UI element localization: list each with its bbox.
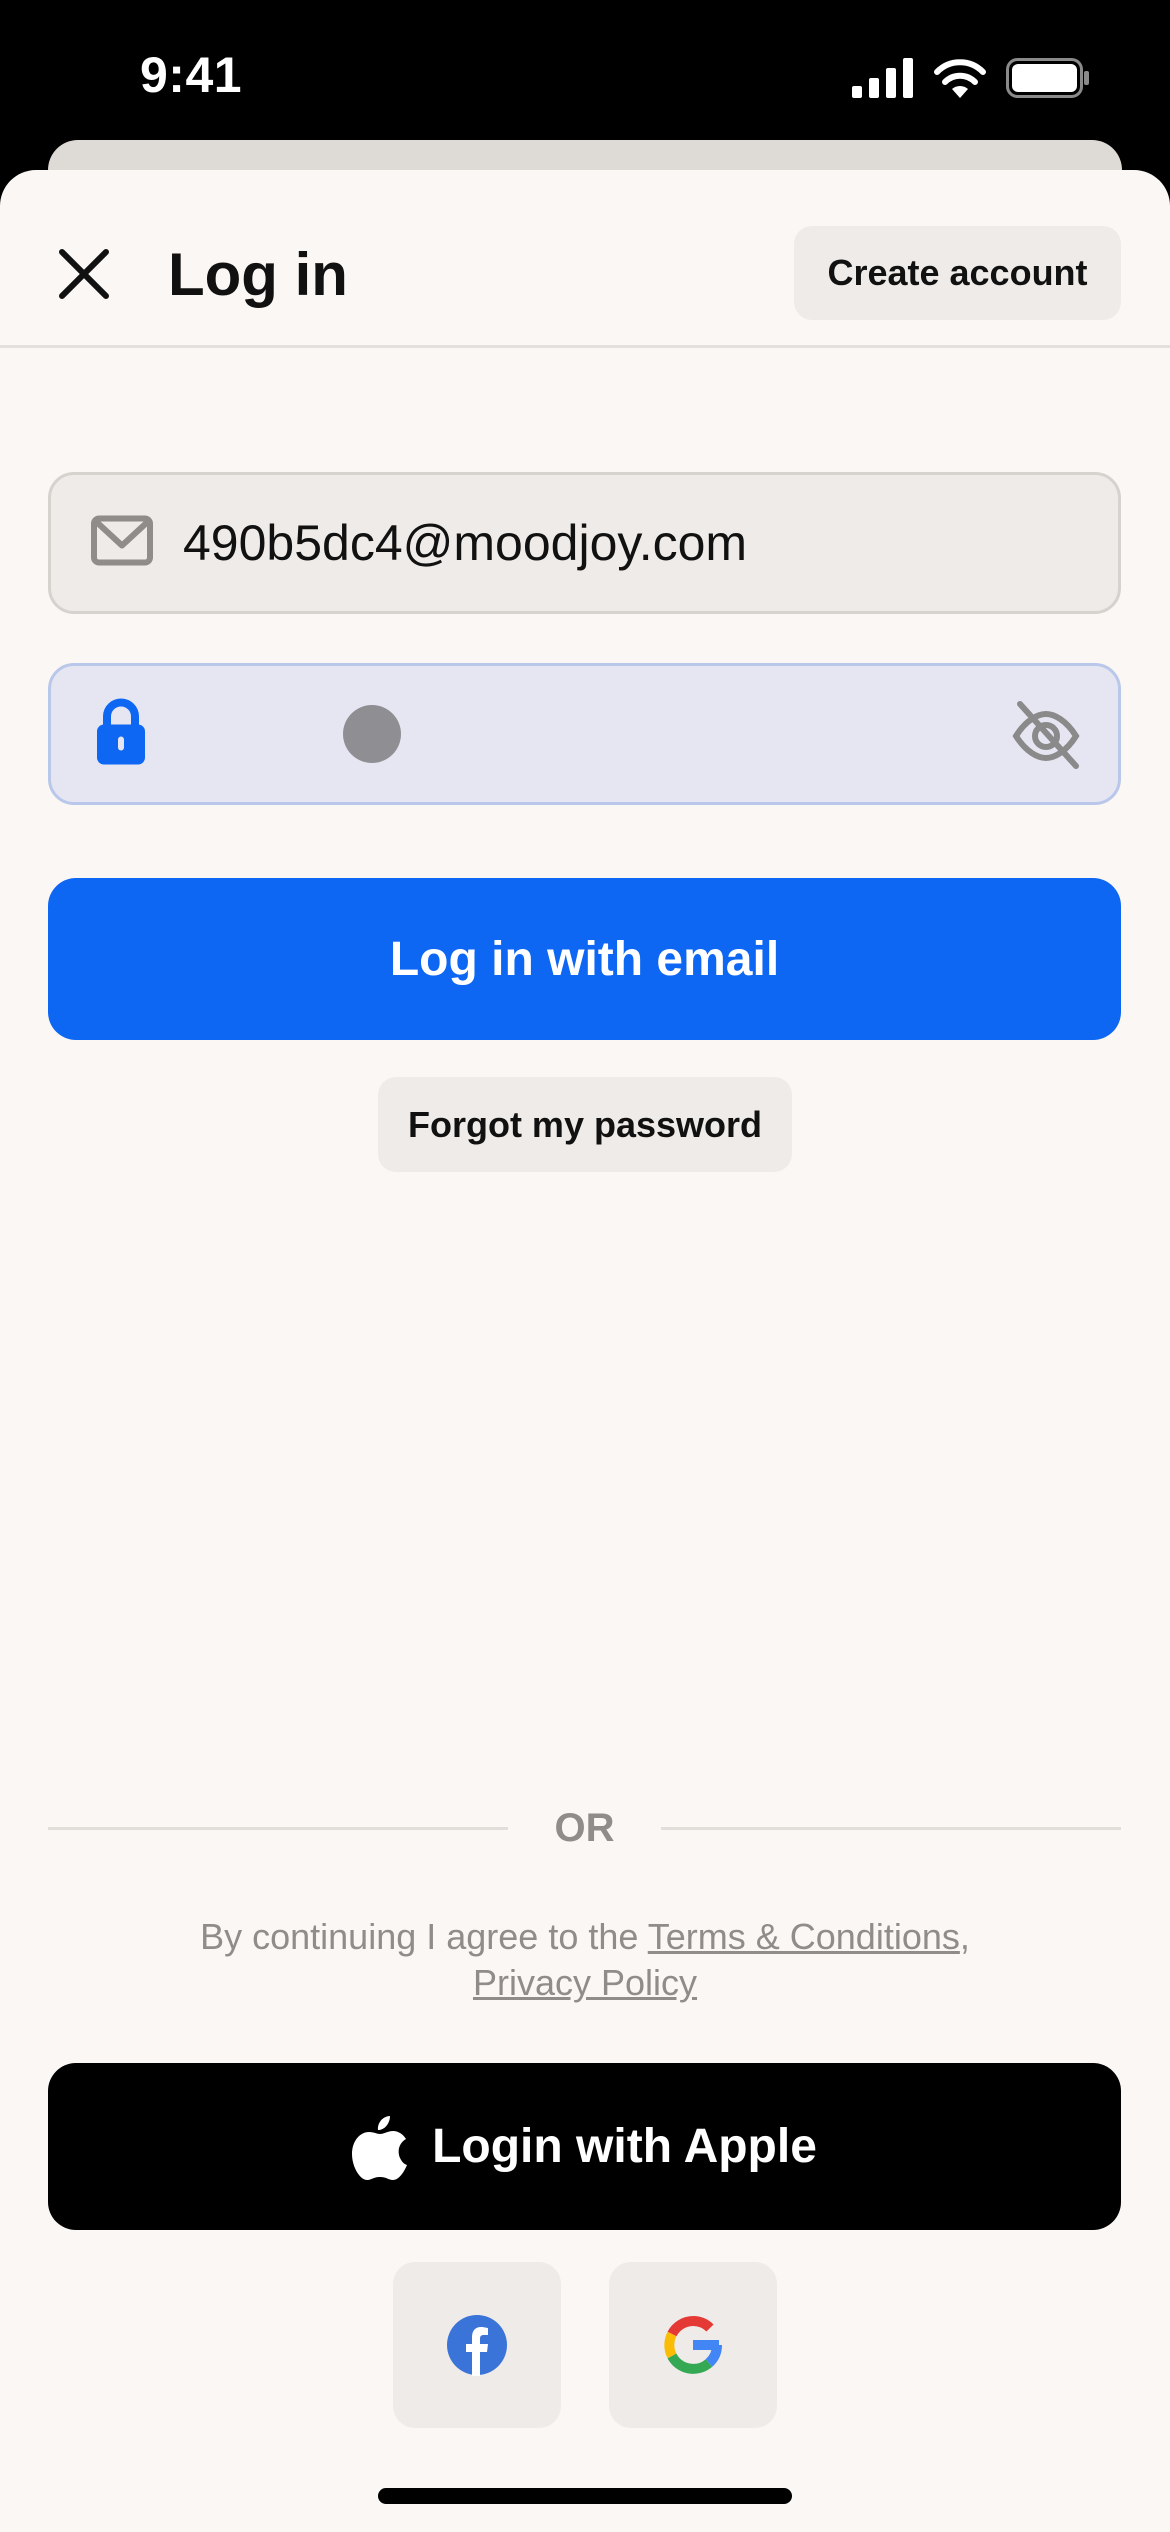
terms-conditions-link[interactable]: Terms & Conditions — [648, 1916, 960, 1957]
terms-notice: By continuing I agree to the Terms & Con… — [100, 1914, 1070, 2006]
login-with-google-button[interactable] — [609, 2262, 777, 2428]
close-button[interactable] — [52, 242, 116, 306]
page-title: Log in — [168, 241, 348, 308]
sheet-header: Log in Create account — [0, 170, 1170, 348]
status-icons — [852, 58, 1090, 98]
home-indicator — [378, 2488, 792, 2504]
status-bar: 9:41 — [0, 0, 1170, 150]
apple-button-label: Login with Apple — [432, 2120, 817, 2173]
forgot-password-button[interactable]: Forgot my password — [378, 1077, 792, 1172]
lock-icon — [95, 698, 147, 770]
login-with-facebook-button[interactable] — [393, 2262, 561, 2428]
facebook-logo-icon — [447, 2315, 507, 2376]
envelope-icon — [91, 515, 153, 571]
toggle-password-visibility-button[interactable] — [1010, 698, 1082, 770]
privacy-policy-link[interactable]: Privacy Policy — [473, 1962, 697, 2003]
password-field[interactable] — [48, 663, 1121, 805]
wifi-icon — [934, 59, 986, 98]
status-time: 9:41 — [140, 47, 243, 103]
password-mask-dot — [343, 705, 401, 763]
divider-line-right — [661, 1827, 1121, 1830]
login-with-email-button[interactable]: Log in with email — [48, 878, 1121, 1040]
create-account-button[interactable]: Create account — [794, 226, 1121, 320]
email-field[interactable] — [48, 472, 1121, 614]
apple-logo-icon — [352, 2115, 408, 2180]
login-with-apple-button[interactable]: Login with Apple — [48, 2063, 1121, 2230]
eye-slash-icon — [1012, 701, 1080, 769]
email-input[interactable] — [183, 514, 1063, 572]
battery-icon — [1006, 58, 1089, 98]
google-logo-icon — [664, 2315, 723, 2374]
terms-prefix: By continuing I agree to the — [200, 1916, 648, 1957]
close-icon — [59, 249, 109, 299]
terms-separator: , — [959, 1916, 970, 1957]
or-divider: OR — [48, 1798, 1121, 1858]
cellular-signal-icon — [852, 58, 913, 98]
login-sheet: Log in Create account 490b5dc4@moodjoy.c… — [0, 170, 1170, 2532]
